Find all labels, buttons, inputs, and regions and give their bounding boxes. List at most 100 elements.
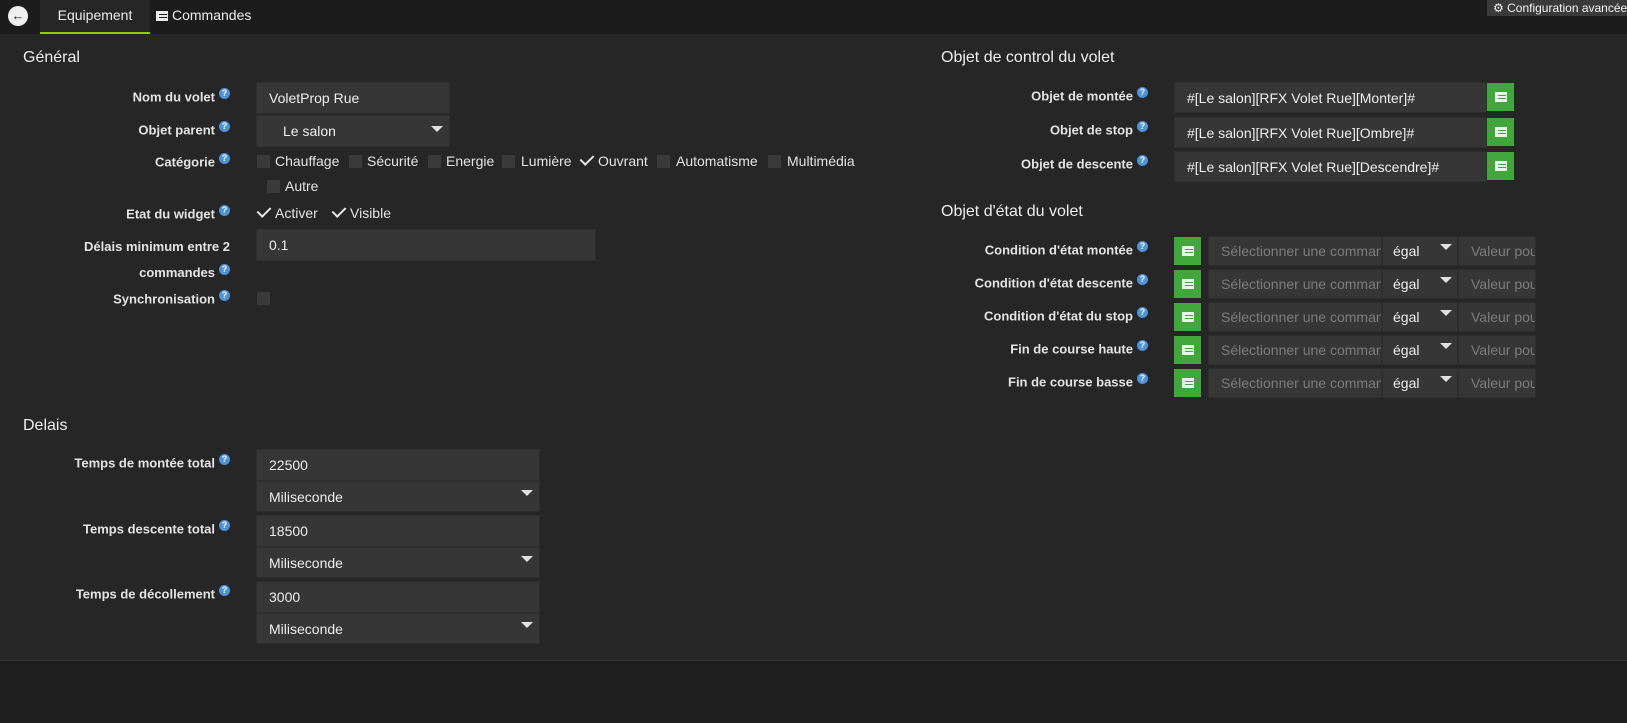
sync-label-text: Synchronisation — [113, 291, 215, 307]
category-checkbox-chauffage[interactable] — [257, 155, 270, 168]
help-icon[interactable]: ? — [1137, 340, 1148, 351]
unstick-time-input[interactable]: 3000 — [256, 581, 540, 613]
sync-label: Synchronisation? — [20, 290, 230, 307]
state-row-label-text: Fin de course basse — [1008, 374, 1133, 390]
name-input[interactable]: VoletProp Rue — [256, 82, 450, 114]
category-checkbox-automatisme[interactable] — [657, 155, 670, 168]
up-object-input[interactable]: #[Le salon][RFX Volet Rue][Monter]# — [1174, 82, 1487, 113]
down-object-label-text: Objet de descente — [1021, 156, 1133, 172]
help-icon[interactable]: ? — [1137, 307, 1148, 318]
category-checkbox-energie[interactable] — [428, 155, 441, 168]
operator-select[interactable]: égal — [1382, 302, 1458, 332]
section-state-title: Objet d'état du volet — [941, 203, 1083, 220]
state-value-input[interactable]: Valeur pour — [1458, 269, 1536, 299]
operator-select[interactable]: égal — [1382, 236, 1458, 266]
state-row-label-text: Fin de course haute — [1010, 341, 1133, 357]
stop-object-label-text: Objet de stop — [1049, 122, 1133, 138]
rise-time-unit-select[interactable]: Miliseconde — [256, 481, 540, 512]
parent-select[interactable]: Le salon — [256, 115, 450, 147]
help-icon[interactable]: ? — [219, 88, 230, 99]
advanced-config-label: Configuration avancée — [1507, 1, 1627, 15]
state-value-input[interactable]: Valeur pour — [1458, 368, 1536, 398]
advanced-config-button[interactable]: ⚙ Configuration avancée — [1487, 0, 1627, 16]
state-command-input[interactable]: Sélectionner une commande — [1208, 368, 1382, 398]
up-object-label-text: Objet de montée — [1031, 88, 1133, 104]
help-icon[interactable]: ? — [219, 290, 230, 301]
select-command-button[interactable] — [1174, 270, 1201, 298]
chevron-down-icon — [521, 556, 533, 562]
back-arrow-icon[interactable]: ← — [8, 6, 28, 26]
help-icon[interactable]: ? — [1137, 121, 1148, 132]
down-object-input[interactable]: #[Le salon][RFX Volet Rue][Descendre]# — [1174, 151, 1487, 182]
category-checkbox-ouvrant[interactable] — [579, 151, 595, 166]
operator-select[interactable]: égal — [1382, 368, 1458, 398]
list-icon — [1495, 92, 1507, 102]
rise-time-label-text: Temps de montée total — [74, 455, 215, 471]
help-icon[interactable]: ? — [219, 520, 230, 531]
category-label-lumiere: Lumière — [521, 153, 572, 169]
state-command-input[interactable]: Sélectionner une commande — [1208, 302, 1382, 332]
descent-time-input[interactable]: 18500 — [256, 515, 540, 547]
help-icon[interactable]: ? — [1137, 274, 1148, 285]
category-label-text: Catégorie — [155, 154, 215, 170]
select-command-button[interactable] — [1487, 118, 1514, 146]
help-icon[interactable]: ? — [219, 205, 230, 216]
select-command-button[interactable] — [1174, 336, 1201, 364]
operator-select[interactable]: égal — [1382, 335, 1458, 365]
select-command-button[interactable] — [1487, 83, 1514, 111]
list-icon — [1182, 345, 1194, 355]
help-icon[interactable]: ? — [1137, 155, 1148, 166]
category-checkbox-securite[interactable] — [349, 155, 362, 168]
stop-object-input[interactable]: #[Le salon][RFX Volet Rue][Ombre]# — [1174, 117, 1487, 148]
state-value-input[interactable]: Valeur pour — [1458, 236, 1536, 266]
stop-object-label: Objet de stop? — [930, 121, 1148, 138]
category-checkbox-lumiere[interactable] — [502, 155, 515, 168]
descent-time-unit-select[interactable]: Miliseconde — [256, 547, 540, 578]
help-icon[interactable]: ? — [1137, 373, 1148, 384]
help-icon[interactable]: ? — [219, 121, 230, 132]
state-row-label-text: Condition d'état descente — [974, 275, 1133, 291]
tab-equipment[interactable]: Equipement — [40, 0, 150, 34]
sync-checkbox[interactable] — [257, 292, 270, 305]
state-command-input[interactable]: Sélectionner une commande — [1208, 269, 1382, 299]
footer-bar — [0, 660, 1627, 723]
unstick-time-unit-select[interactable]: Miliseconde — [256, 613, 540, 644]
list-icon — [1182, 312, 1194, 322]
visible-label: Visible — [350, 205, 391, 221]
help-icon[interactable]: ? — [219, 263, 230, 275]
activate-checkbox[interactable] — [256, 203, 272, 218]
help-icon[interactable]: ? — [1137, 87, 1148, 98]
state-command-input[interactable]: Sélectionner une commande — [1208, 236, 1382, 266]
help-icon[interactable]: ? — [219, 585, 230, 596]
section-control-title: Objet de control du volet — [941, 49, 1115, 66]
up-object-label: Objet de montée? — [930, 87, 1148, 104]
state-row-label-text: Condition d'état montée — [984, 242, 1133, 258]
category-label-multimedia: Multimédia — [787, 153, 855, 169]
select-command-button[interactable] — [1174, 237, 1201, 265]
chevron-down-icon — [521, 490, 533, 496]
select-command-button[interactable] — [1174, 303, 1201, 331]
gears-icon: ⚙ — [1493, 1, 1504, 15]
state-row-label: Fin de course basse? — [930, 373, 1148, 390]
help-icon[interactable]: ? — [1137, 241, 1148, 252]
widget-state-label-text: Etat du widget — [126, 206, 215, 222]
delay-label: Délais minimum entre 2 commandes? — [20, 234, 230, 286]
select-command-button[interactable] — [1174, 369, 1201, 397]
chevron-down-icon — [1440, 277, 1452, 283]
category-label-autre: Autre — [285, 178, 319, 194]
operator-select[interactable]: égal — [1382, 269, 1458, 299]
category-checkbox-autre[interactable] — [267, 180, 280, 193]
tab-commands[interactable]: Commandes — [152, 0, 262, 34]
help-icon[interactable]: ? — [219, 153, 230, 164]
help-icon[interactable]: ? — [219, 454, 230, 465]
select-command-button[interactable] — [1487, 152, 1514, 180]
category-checkbox-multimedia[interactable] — [768, 155, 781, 168]
delay-input[interactable]: 0.1 — [256, 229, 596, 261]
rise-time-input[interactable]: 22500 — [256, 449, 540, 481]
state-command-input[interactable]: Sélectionner une commande — [1208, 335, 1382, 365]
category-label-securite: Sécurité — [367, 153, 419, 169]
visible-checkbox[interactable] — [331, 203, 347, 218]
state-value-input[interactable]: Valeur pour — [1458, 335, 1536, 365]
descent-time-label-text: Temps descente total — [83, 521, 215, 537]
state-value-input[interactable]: Valeur pour — [1458, 302, 1536, 332]
